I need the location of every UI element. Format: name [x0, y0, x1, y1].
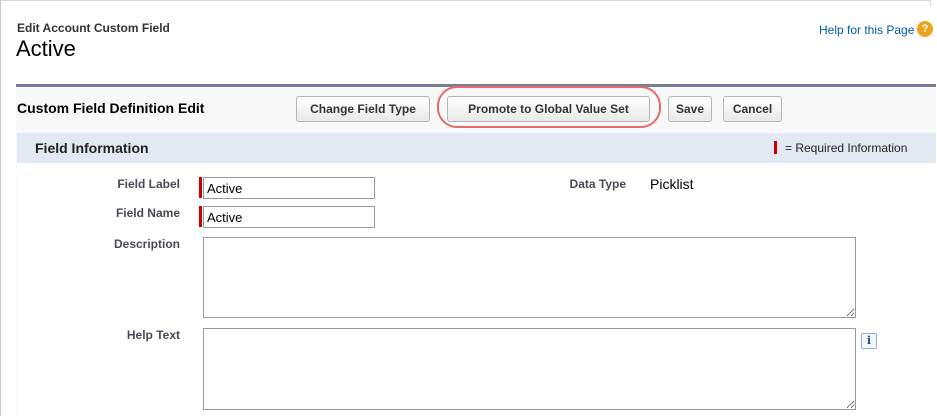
page-subtitle: Edit Account Custom Field [17, 21, 170, 35]
description-textarea[interactable] [203, 237, 856, 318]
required-legend: = Required Information [785, 141, 908, 155]
help-for-page-link[interactable]: Help for this Page [819, 23, 914, 37]
panel-title: Custom Field Definition Edit [17, 100, 205, 116]
help-question-icon[interactable]: ? [917, 21, 933, 37]
cancel-button[interactable]: Cancel [723, 96, 782, 122]
page-title: Active [16, 36, 76, 61]
top-divider [0, 0, 930, 1]
data-type-value: Picklist [650, 176, 694, 192]
field-label-input[interactable] [203, 177, 375, 199]
field-name-input[interactable] [203, 206, 375, 228]
field-name-label: Field Name [115, 206, 180, 220]
field-label-label: Field Label [117, 177, 180, 191]
help-text-textarea[interactable] [203, 328, 856, 410]
info-icon[interactable]: i [861, 333, 877, 349]
corner-marker [930, 0, 931, 6]
save-button[interactable]: Save [668, 96, 712, 122]
section-title: Field Information [35, 140, 149, 156]
required-indicator-icon [774, 141, 777, 154]
description-label: Description [113, 237, 180, 251]
data-type-label: Data Type [569, 177, 626, 191]
field-name-required-marker [199, 206, 202, 227]
change-field-type-button[interactable]: Change Field Type [296, 96, 430, 122]
help-text-label: Help Text [126, 328, 180, 342]
promote-highlight-outline [437, 86, 661, 128]
field-label-required-marker [199, 177, 202, 198]
